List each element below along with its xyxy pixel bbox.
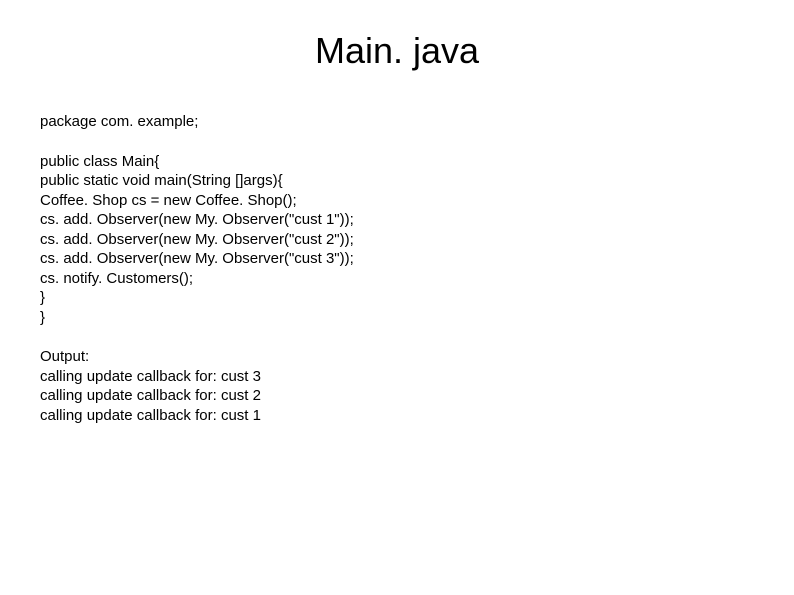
code-line: cs. notify. Customers(); (40, 269, 794, 289)
code-line: cs. add. Observer(new My. Observer("cust… (40, 230, 794, 250)
code-line: Coffee. Shop cs = new Coffee. Shop(); (40, 191, 794, 211)
code-line: public class Main{ (40, 152, 794, 172)
output-line: calling update callback for: cust 3 (40, 367, 794, 387)
code-line: public static void main(String []args){ (40, 171, 794, 191)
output-line: calling update callback for: cust 2 (40, 386, 794, 406)
code-line: } (40, 308, 794, 328)
code-line: cs. add. Observer(new My. Observer("cust… (40, 249, 794, 269)
code-line: } (40, 288, 794, 308)
output-line: calling update callback for: cust 1 (40, 406, 794, 426)
output-block: Output: calling update callback for: cus… (40, 347, 794, 425)
code-block: public class Main{ public static void ma… (40, 152, 794, 328)
code-line: package com. example; (40, 112, 794, 132)
slide-content: package com. example; public class Main{… (0, 112, 794, 425)
package-declaration: package com. example; (40, 112, 794, 132)
output-header: Output: (40, 347, 794, 367)
code-line: cs. add. Observer(new My. Observer("cust… (40, 210, 794, 230)
slide-title: Main. java (0, 0, 794, 112)
